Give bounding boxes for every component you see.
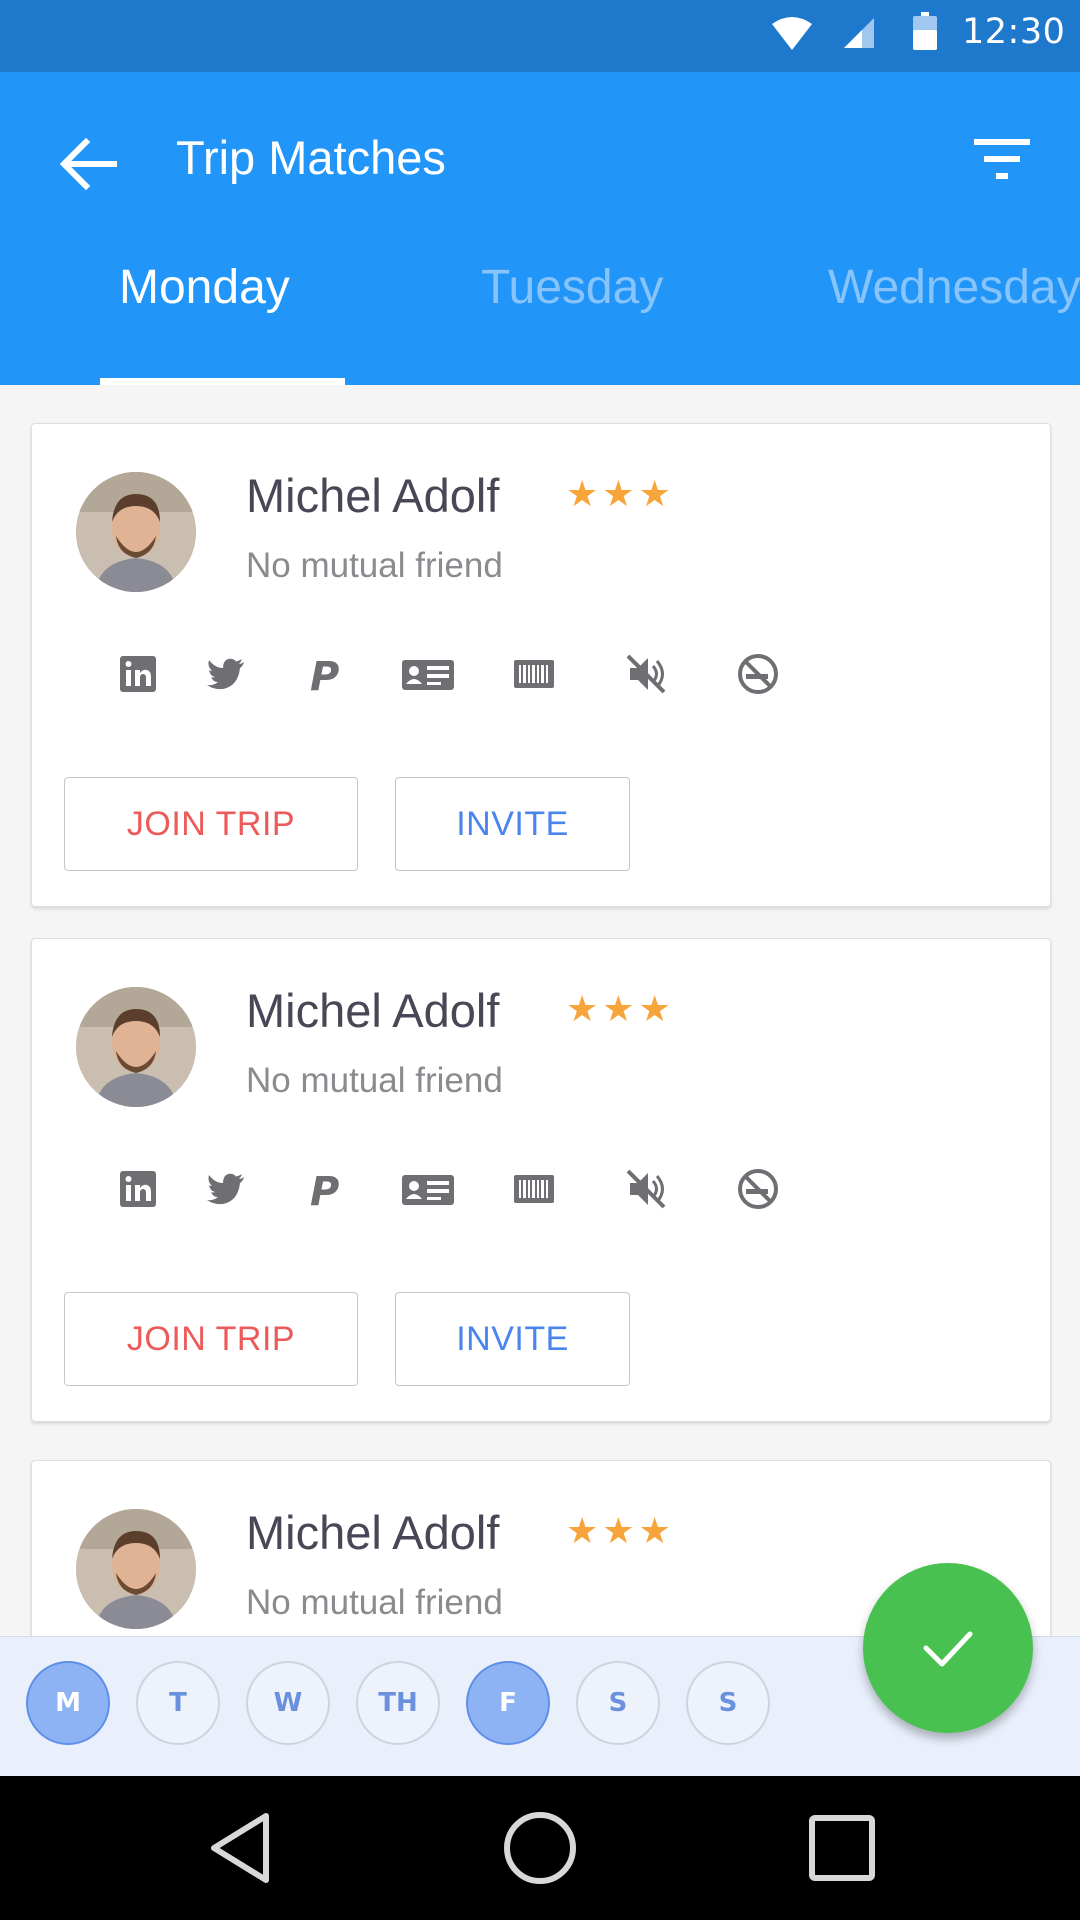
no-music-icon: [626, 1169, 666, 1209]
day-friday[interactable]: F: [466, 1661, 550, 1745]
system-nav-bar: [0, 1776, 1080, 1920]
back-triangle-icon[interactable]: [200, 1808, 280, 1888]
no-smoking-icon: [738, 654, 778, 694]
arrow-left-icon[interactable]: [56, 132, 120, 196]
twitter-icon: [207, 658, 244, 690]
twitter-icon: [207, 1173, 244, 1205]
avatar[interactable]: [76, 472, 196, 592]
svg-text:P: P: [310, 654, 339, 696]
invite-button[interactable]: INVITE: [395, 1292, 630, 1386]
invite-button[interactable]: INVITE: [395, 777, 630, 871]
paypal-icon: P: [310, 1169, 339, 1211]
day-tuesday[interactable]: T: [136, 1661, 220, 1745]
day-thursday[interactable]: TH: [356, 1661, 440, 1745]
mutual-friends: No mutual friend: [246, 1061, 503, 1100]
recents-square-icon[interactable]: [802, 1808, 882, 1888]
barcode-icon: [514, 1175, 554, 1203]
trip-match-card: Michel Adolf ★★★ No mutual friend P JOIN…: [31, 938, 1051, 1422]
avatar-photo: [76, 1509, 196, 1629]
home-circle-icon[interactable]: [500, 1808, 580, 1888]
join-trip-button[interactable]: JOIN TRIP: [64, 777, 358, 871]
avatar-photo: [76, 987, 196, 1107]
check-icon: [923, 1631, 973, 1667]
trip-match-card: Michel Adolf ★★★ No mutual friend P JOIN…: [31, 423, 1051, 907]
day-saturday[interactable]: S: [576, 1661, 660, 1745]
tab-monday[interactable]: Monday: [119, 260, 290, 315]
status-bar: 12:30: [0, 0, 1080, 72]
page-title: Trip Matches: [176, 131, 446, 184]
battery-icon: [913, 12, 937, 50]
filter-icon[interactable]: [972, 135, 1032, 183]
match-name: Michel Adolf: [246, 1506, 500, 1559]
no-smoking-icon: [738, 1169, 778, 1209]
tab-wednesday[interactable]: Wednesday: [828, 260, 1080, 315]
day-wednesday[interactable]: W: [246, 1661, 330, 1745]
paypal-icon: P: [310, 654, 339, 696]
mutual-friends: No mutual friend: [246, 546, 503, 585]
linkedin-icon: [120, 656, 156, 692]
rating-stars: ★★★: [566, 1511, 675, 1552]
rating-stars: ★★★: [566, 474, 675, 515]
id-card-icon: [402, 660, 454, 690]
linkedin-icon: [120, 1171, 156, 1207]
barcode-icon: [514, 660, 554, 688]
tab-tuesday[interactable]: Tuesday: [481, 260, 663, 315]
svg-text:P: P: [310, 1169, 339, 1211]
rating-stars: ★★★: [566, 989, 675, 1030]
wifi-icon: [772, 17, 812, 50]
match-name: Michel Adolf: [246, 469, 500, 522]
day-monday[interactable]: M: [26, 1661, 110, 1745]
status-time: 12:30: [962, 12, 1066, 52]
join-trip-button[interactable]: JOIN TRIP: [64, 1292, 358, 1386]
confirm-fab-button[interactable]: [863, 1563, 1033, 1733]
tab-indicator: [100, 378, 345, 385]
match-name: Michel Adolf: [246, 984, 500, 1037]
mutual-friends: No mutual friend: [246, 1583, 503, 1622]
app-bar: Trip Matches Monday Tuesday Wednesday: [0, 72, 1080, 385]
avatar-photo: [76, 472, 196, 592]
id-card-icon: [402, 1175, 454, 1205]
feature-icons: P: [82, 652, 842, 702]
avatar[interactable]: [76, 987, 196, 1107]
cell-signal-icon: [844, 18, 874, 48]
day-sunday[interactable]: S: [686, 1661, 770, 1745]
no-music-icon: [626, 654, 666, 694]
feature-icons: P: [82, 1167, 842, 1217]
avatar[interactable]: [76, 1509, 196, 1629]
